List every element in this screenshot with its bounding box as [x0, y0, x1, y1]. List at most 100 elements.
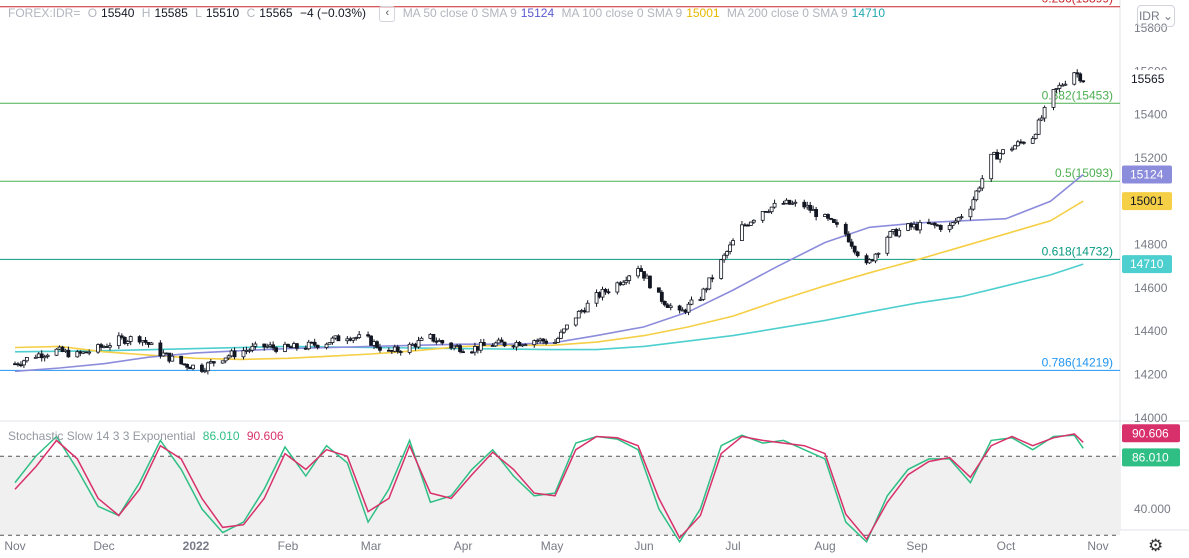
- candle-body: [959, 216, 964, 219]
- candle-body: [677, 305, 682, 311]
- candle-body: [137, 336, 142, 343]
- time-axis-tick: Jun: [634, 539, 653, 553]
- candle-body: [419, 337, 424, 341]
- candle-body: [918, 221, 922, 231]
- time-axis-tick: Sep: [906, 539, 928, 553]
- candle-body: [523, 344, 528, 347]
- candle-body: [428, 333, 433, 339]
- close-value: 15565: [259, 6, 293, 21]
- candle-body: [493, 342, 498, 347]
- candle-body: [475, 346, 480, 351]
- candle-body: [75, 351, 80, 358]
- candle-body: [826, 214, 830, 219]
- candle-body: [229, 350, 234, 357]
- candle-body: [283, 343, 287, 352]
- candle-body: [434, 340, 439, 343]
- candle-body: [645, 275, 649, 279]
- candle-body: [642, 271, 646, 279]
- candle-body: [315, 344, 320, 348]
- candle-body: [668, 305, 673, 308]
- candle-body: [888, 231, 893, 238]
- stochastic-k-axis-label: 86.010: [1132, 450, 1169, 464]
- stochastic-d-value: 90.606: [246, 429, 284, 443]
- time-axis-tick: Jul: [725, 539, 740, 553]
- candle-body: [802, 201, 807, 208]
- candle-body: [680, 309, 685, 312]
- candle-body: [413, 343, 418, 348]
- candle-body: [559, 331, 563, 339]
- candle-body: [728, 244, 732, 252]
- time-axis-tick: Dec: [93, 539, 114, 553]
- candle-body: [378, 347, 382, 351]
- high-value: 15585: [154, 6, 188, 21]
- low-value: 15510: [205, 6, 240, 21]
- candle-body: [170, 355, 175, 362]
- candle-body: [16, 363, 20, 366]
- price-axis-tick: 14000: [1134, 411, 1168, 425]
- candle-body: [790, 202, 795, 205]
- candle-body: [36, 353, 41, 358]
- candle-body: [932, 222, 937, 226]
- last-price-label: 15565: [1131, 72, 1165, 86]
- currency-button[interactable]: IDR ⌄: [1137, 5, 1175, 27]
- candle-body: [265, 345, 270, 348]
- candle-body: [105, 346, 109, 348]
- candle-body: [19, 364, 23, 367]
- candle-body: [84, 351, 89, 354]
- candle-body: [241, 350, 246, 358]
- candle-body: [125, 341, 130, 344]
- candle-body: [188, 366, 192, 370]
- time-axis-tick: Oct: [997, 539, 1016, 553]
- candle-body: [603, 288, 608, 293]
- ma50-label: MA 50 close 0 SMA 9: [402, 6, 517, 21]
- candle-body: [99, 344, 103, 348]
- low-label: L: [195, 6, 202, 21]
- candle-body: [244, 350, 249, 352]
- candle-body: [556, 337, 560, 343]
- stochastic-label: Stochastic Slow 14 3 3 Exponential: [8, 429, 196, 443]
- ma100-axis-label: 15001: [1130, 194, 1164, 208]
- close-label: C: [246, 6, 256, 21]
- candle-body: [980, 178, 985, 189]
- candle-body: [140, 340, 145, 343]
- candle-body: [33, 356, 38, 359]
- candle-body: [532, 340, 537, 346]
- candle-body: [891, 229, 896, 232]
- candle-body: [481, 342, 486, 346]
- candle-body: [470, 351, 474, 354]
- candle-body: [1051, 89, 1056, 108]
- high-label: H: [141, 6, 151, 21]
- candle-body: [226, 355, 231, 359]
- candle-body: [96, 344, 100, 353]
- candle-body: [158, 342, 163, 357]
- open-label: O: [87, 6, 98, 21]
- candle-body: [772, 202, 777, 208]
- time-axis-tick: Mar: [361, 539, 382, 553]
- chevron-down-icon: ⌄: [1162, 9, 1174, 23]
- candle-body: [701, 288, 706, 300]
- candle-body: [60, 346, 65, 352]
- candle-body: [615, 282, 620, 293]
- candle-body: [579, 310, 584, 312]
- candle-body: [247, 349, 252, 352]
- candle-body: [309, 341, 314, 344]
- candle-body: [455, 345, 460, 348]
- candle-body: [846, 233, 851, 243]
- candle-body: [740, 224, 744, 241]
- candle-body: [573, 317, 578, 326]
- chevron-left-icon[interactable]: ‹: [379, 6, 396, 22]
- fib-level-label: 0.236(15899): [1042, 0, 1113, 6]
- candle-body: [336, 335, 341, 342]
- gear-icon[interactable]: ⚙: [1148, 536, 1163, 556]
- candle-body: [956, 217, 961, 222]
- candle-body: [870, 259, 875, 262]
- candle-body: [1057, 84, 1062, 89]
- candle-body: [410, 343, 415, 346]
- candle-body: [211, 361, 216, 364]
- candle-body: [262, 343, 267, 348]
- candle-body: [745, 224, 750, 227]
- candle-body: [1060, 84, 1065, 87]
- candle-body: [520, 344, 525, 347]
- chart-canvas[interactable]: 1580015600154001520015000148001460014400…: [0, 0, 1189, 558]
- candle-body: [1039, 117, 1044, 121]
